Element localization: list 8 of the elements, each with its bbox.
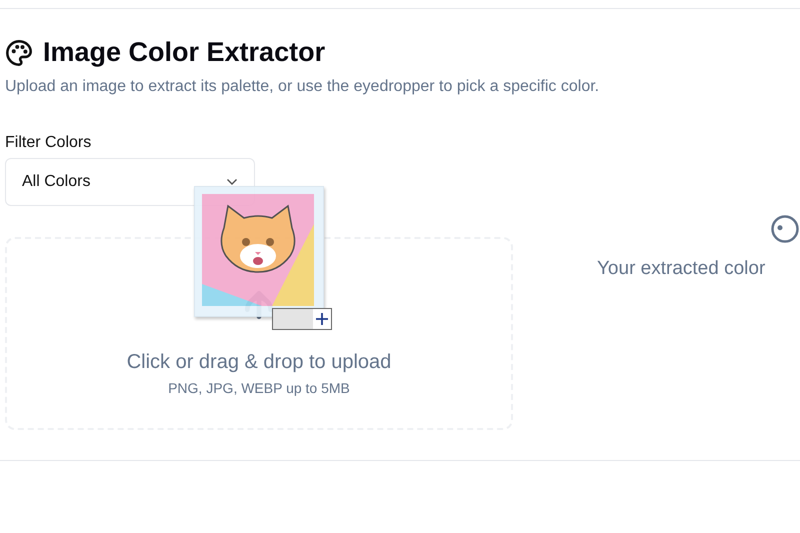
page-subtitle: Upload an image to extract its palette, or use the eyedropper to pick a specific color. [5,78,600,96]
filter-label: Filter Colors [5,134,92,152]
upload-hint: PNG, JPG, WEBP up to 5MB [168,380,350,396]
page-title: Image Color Extractor [43,37,326,68]
chevron-down-icon [226,178,238,186]
upload-prompt: Click or drag & drop to upload [126,351,392,374]
palette-empty-message: Your extracted color [597,258,766,280]
filter-dropdown[interactable]: All Colors [5,158,255,206]
